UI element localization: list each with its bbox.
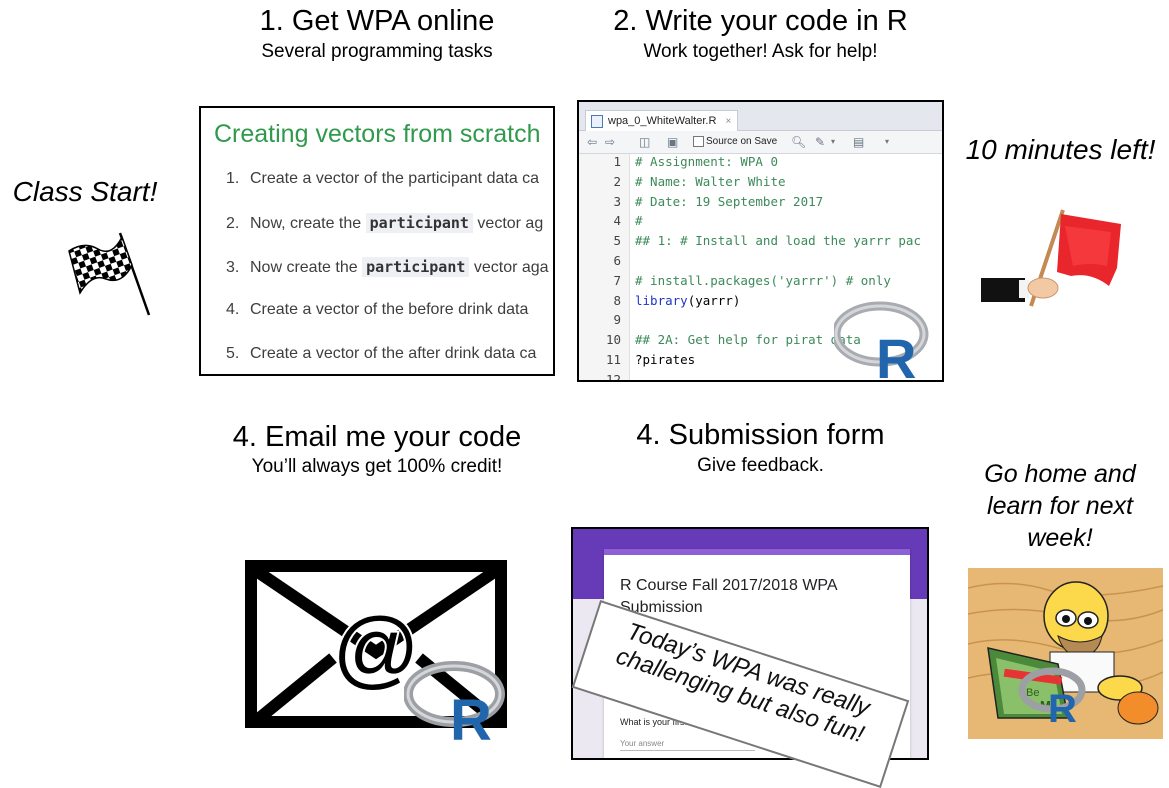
source-on-save-label: Source on Save [706, 136, 778, 147]
wpa-task-number: 2. [226, 215, 240, 232]
ten-minutes-note: 10 minutes left! [965, 134, 1156, 165]
r-logo-letter: R [450, 688, 492, 742]
line-number: 4 [613, 213, 621, 229]
code-text: ## 2A: Get help for pirat data [635, 330, 861, 350]
code-token: # Name: Walter White [635, 173, 786, 189]
editor-tab-label: wpa_0_WhiteWalter.R [608, 115, 717, 127]
step1-subtitle: Several programming tasks [261, 41, 493, 62]
line-number: 6 [613, 253, 621, 268]
homer-reading-image: Be M R [968, 568, 1163, 739]
code-token: library [635, 292, 688, 308]
wpa-heading: Creating vectors from scratch [214, 120, 541, 148]
line-number: 3 [613, 193, 621, 209]
wpa-task-text: Create a vector of the before drink data [250, 301, 529, 318]
code-token: ?pirates [635, 352, 696, 367]
line-number: 7 [613, 272, 621, 288]
back-arrow-icon[interactable]: ⇦ [587, 135, 597, 149]
r-file-icon [591, 115, 603, 128]
line-number: 8 [613, 292, 621, 308]
line-number: 11 [605, 352, 621, 367]
close-icon[interactable]: × [725, 116, 731, 127]
wpa-task-number: 5. [226, 345, 240, 362]
wpa-task-code: participant [362, 257, 470, 277]
code-text: library(yarrr) [635, 291, 740, 311]
line-number: 12 [605, 371, 621, 382]
step2-subtitle: Work together! Ask for help! [643, 41, 878, 62]
form-title: R Course Fall 2017/2018 WPA Submission [620, 577, 837, 616]
code-text: ?pirates [635, 350, 695, 370]
step3-subtitle: You’ll always get 100% credit! [251, 456, 503, 477]
wpa-task-text: Create a vector of the participant data … [250, 170, 540, 187]
wpa-task-number: 4. [226, 301, 240, 318]
step1-title: 1. Get WPA online [259, 5, 495, 37]
code-token: # Assignment: WPA 0 [635, 154, 778, 169]
search-icon[interactable]: 🔍︎ [791, 135, 806, 149]
wpa-task-item: 1. Create a vector of the participant dat… [226, 170, 539, 188]
go-home-line-1: Go home and [984, 460, 1136, 488]
editor-toolbar: ⇦ ⇨ ◫ ▣ Source on Save 🔍︎ ✎ ▾ ▤ ▾ [579, 131, 942, 154]
r-logo-icon: R [1018, 666, 1090, 724]
line-number: 10 [605, 332, 621, 348]
editor-tab[interactable]: wpa_0_WhiteWalter.R × [585, 110, 739, 131]
code-text: # Name: Walter White [635, 172, 786, 192]
go-home-line-2: learn for next [987, 492, 1133, 520]
forward-arrow-icon[interactable]: ⇨ [605, 135, 615, 149]
wpa-task-text-rest: vector aga [469, 259, 549, 276]
wpa-task-number: 1. [226, 170, 240, 187]
code-token: ## 2A: Get help for pirat data [635, 332, 861, 348]
wpa-task-text: Create a vector of the after drink data … [250, 345, 537, 362]
chevron-down-icon[interactable]: ▾ [885, 135, 889, 149]
wpa-task-text: Now create the [250, 259, 363, 276]
step4-subtitle: Give feedback. [697, 455, 824, 476]
show-in-window-icon[interactable]: ◫ [639, 135, 650, 149]
line-number: 9 [613, 312, 621, 328]
wpa-task-number: 3. [226, 259, 240, 276]
code-text: # Date: 19 September 2017 [635, 192, 823, 212]
r-editor-screenshot: wpa_0_WhiteWalter.R × ⇦ ⇨ ◫ ▣ Source on … [577, 100, 944, 382]
save-icon[interactable]: ▣ [667, 135, 678, 149]
line-number: 1 [613, 154, 621, 169]
wpa-online-screenshot: Creating vectors from scratch 1. Create a… [199, 106, 555, 376]
code-token: (yarrr) [687, 292, 741, 308]
code-text: # Assignment: WPA 0 [635, 152, 778, 172]
chevron-down-icon[interactable]: ▾ [831, 135, 835, 149]
r-logo-letter: R [1048, 687, 1077, 724]
class-start-note: Class Start! [12, 176, 158, 207]
source-on-save-checkbox[interactable] [693, 136, 704, 147]
wpa-task-code: participant [365, 213, 473, 233]
code-token: # install.packages('yarrr') # only [635, 272, 891, 288]
wpa-task-text-rest: vector ag [472, 215, 544, 232]
line-number: 5 [613, 233, 621, 249]
checkered-flag-icon [66, 229, 156, 319]
wpa-task-item: 5. Create a vector of the after drink dat… [226, 345, 536, 363]
step4-title: 4. Submission form [636, 419, 885, 451]
line-number: 2 [613, 173, 621, 189]
code-text: # install.packages('yarrr') # only [635, 271, 891, 291]
go-home-line-3: week! [1027, 524, 1093, 552]
compile-report-icon[interactable]: ▤ [853, 135, 864, 149]
wpa-task-item: 3. Now create the participant vector aga [226, 257, 549, 277]
editor-tabbar: wpa_0_WhiteWalter.R × [579, 102, 942, 131]
wpa-task-text: Now, create the [250, 215, 366, 232]
wpa-task-item: 2. Now, create the participant vector ag [226, 213, 544, 233]
step2-title: 2. Write your code in R [613, 5, 908, 37]
go-home-note: Go home and learn for next week! [965, 458, 1155, 554]
code-text: # [635, 211, 643, 231]
magic-wand-icon[interactable]: ✎ [815, 135, 825, 149]
r-logo-icon: R [404, 660, 512, 742]
code-token: # Date: 19 September 2017 [635, 193, 824, 209]
code-text: ## 1: # Install and load the yarrr pac [635, 231, 921, 251]
step3-title: 4. Email me your code [232, 421, 522, 453]
code-token: ## 1: # Install and load the yarrr pac [635, 233, 921, 249]
r-logo-letter: R [876, 327, 916, 380]
r-logo-icon: R [834, 300, 934, 380]
red-flag-icon [981, 206, 1169, 316]
wpa-task-item: 4. Create a vector of the before drink da… [226, 301, 528, 319]
code-token: # [635, 213, 643, 229]
